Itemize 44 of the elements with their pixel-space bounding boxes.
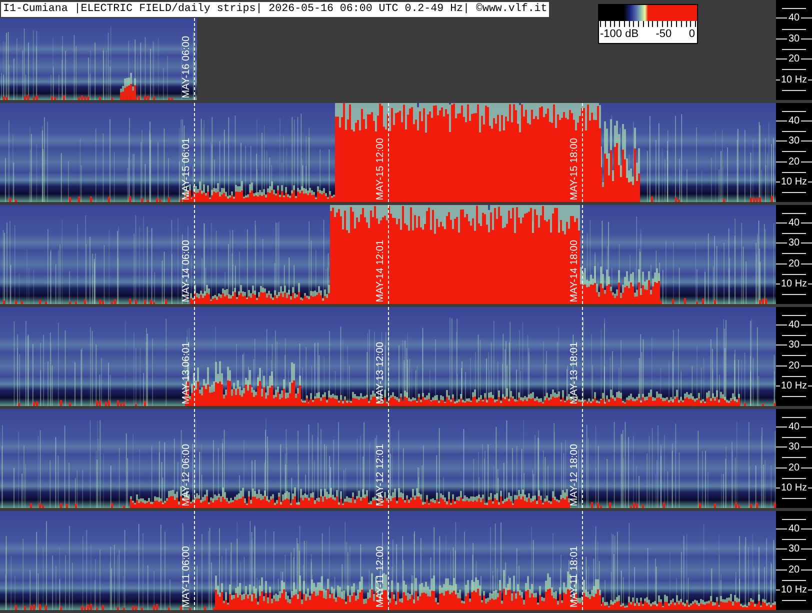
- frequency-label: 40: [788, 422, 800, 433]
- frequency-label: 10 Hz: [780, 176, 808, 188]
- time-marker-label: MAY-11 12:00: [375, 546, 386, 608]
- frequency-label: 40: [788, 116, 800, 127]
- time-marker-label: MAY-12 06:00: [181, 444, 192, 506]
- frequency-label: 40: [788, 218, 800, 229]
- frequency-label: 40: [788, 320, 800, 331]
- colorbar-label: -100 dB: [600, 27, 639, 41]
- time-marker-label: MAY-12 18:00: [569, 444, 580, 506]
- frequency-label: 20: [788, 54, 800, 65]
- frequency-label: 20: [788, 258, 800, 270]
- frequency-label: 10 Hz: [780, 74, 808, 86]
- time-marker-label: MAY-14 18:00: [569, 240, 580, 302]
- frequency-label: 10 Hz: [780, 380, 808, 392]
- time-marker-label: MAY-11 06:00: [181, 546, 192, 608]
- frequency-label: 10 Hz: [780, 278, 808, 290]
- frequency-label: 30: [788, 136, 800, 147]
- frequency-label: 10 Hz: [780, 482, 808, 494]
- time-marker-label: MAY-13 18:01: [569, 342, 580, 404]
- frequency-label: 20: [788, 564, 800, 576]
- time-marker-label: MAY-16 06:00: [181, 36, 192, 98]
- frequency-label: 10 Hz: [780, 584, 808, 596]
- chart-title: I1-Cumiana |ELECTRIC FIELD/daily strips| 2026-05-16 06:00 UTC 0.2-49 Hz| ©www.vlf.it: [1, 2, 550, 17]
- frequency-label: 30: [788, 544, 800, 555]
- frequency-label: 40: [788, 524, 800, 535]
- frequency-label: 40: [788, 12, 800, 24]
- frequency-label: 30: [788, 238, 800, 249]
- time-marker-label: MAY-14 06:00: [181, 240, 192, 302]
- frequency-label: 20: [788, 462, 800, 474]
- time-marker-label: MAY-15 18:00: [569, 138, 580, 200]
- time-marker-label: MAY-14 12:01: [375, 240, 386, 302]
- colorbar-label: 0: [688, 27, 695, 41]
- frequency-label: 30: [788, 340, 800, 351]
- frequency-label: 30: [788, 33, 800, 44]
- frequency-label: 20: [788, 360, 800, 372]
- frequency-label: 30: [788, 442, 800, 453]
- time-marker-label: MAY-15 12:00: [375, 138, 386, 200]
- time-marker-label: MAY-13 06:01: [181, 342, 192, 404]
- time-marker-label: MAY-11 18:01: [569, 546, 580, 608]
- colorbar-label: -50: [656, 27, 672, 41]
- time-marker-label: MAY-15 06:01: [181, 138, 192, 200]
- frequency-label: 20: [788, 156, 800, 168]
- time-marker-label: MAY-12 12:01: [375, 444, 386, 506]
- time-marker-label: MAY-13 12:00: [375, 342, 386, 404]
